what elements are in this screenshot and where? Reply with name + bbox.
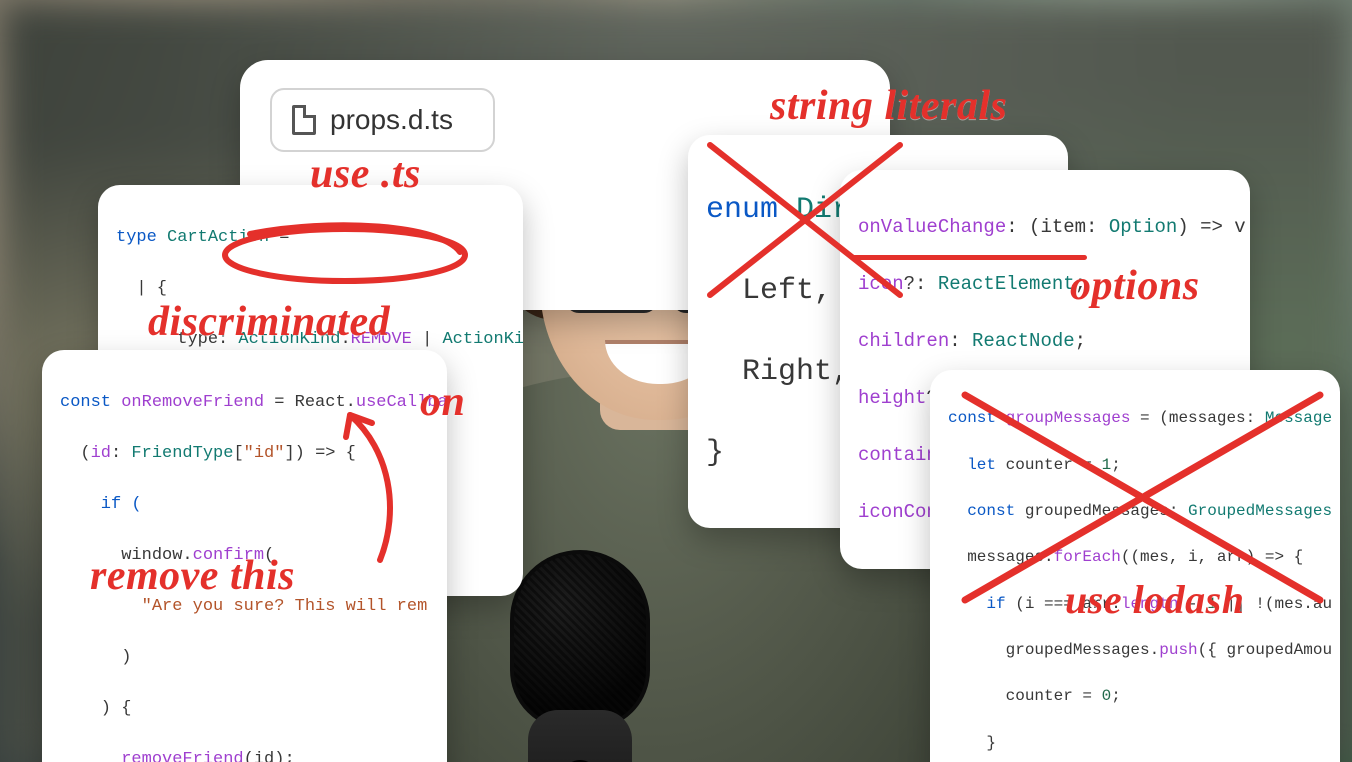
code-card-group-messages: const groupMessages = (messages: Message… [930,370,1340,762]
file-name: props.d.ts [330,104,453,136]
file-tab: props.d.ts [270,88,495,152]
ink-strike-children [852,255,1087,260]
code-card-remove-friend: const onRemoveFriend = React.useCallback… [42,350,447,762]
file-icon [292,105,316,135]
